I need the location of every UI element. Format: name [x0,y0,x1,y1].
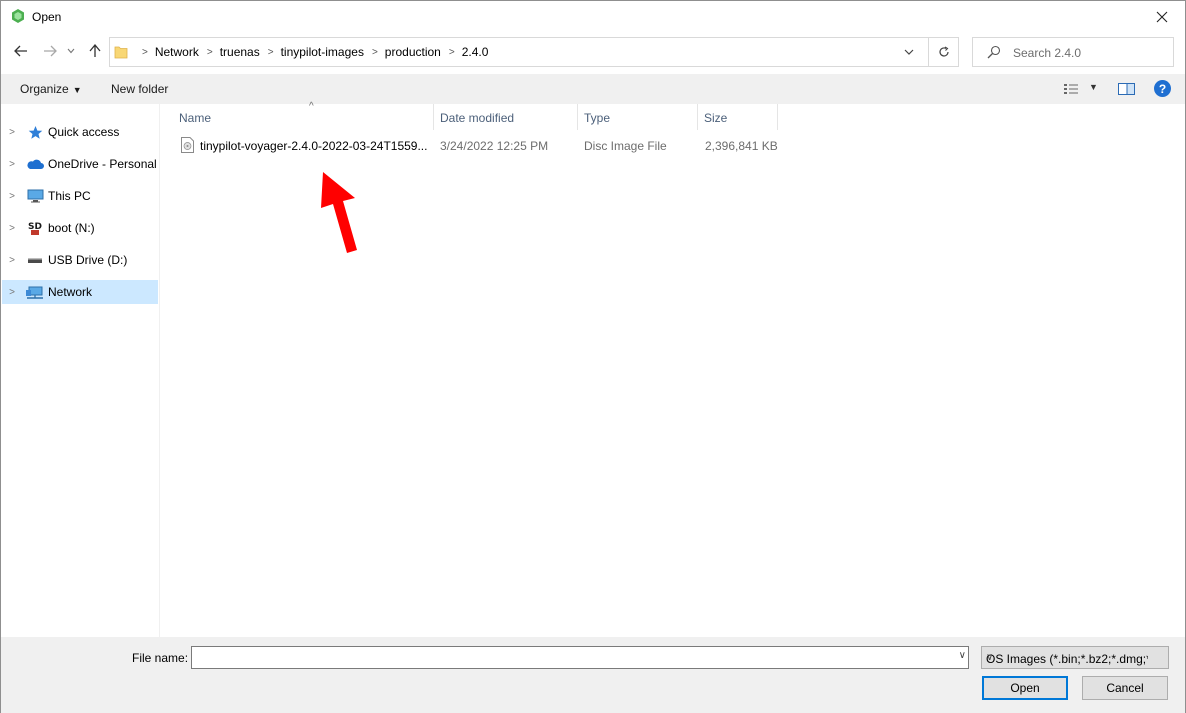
help-icon[interactable]: ? [1154,80,1171,97]
sidebar-item-label: boot (N:) [48,221,95,235]
column-header-label: Size [704,111,728,125]
chevron-down-icon [904,49,914,55]
window-title: Open [32,10,62,24]
organize-button[interactable]: Organize ▼ [20,82,82,96]
chevron-right-icon[interactable]: > [2,127,22,138]
breadcrumb-separator: > [142,46,148,58]
breadcrumb-separator[interactable]: > [268,47,274,58]
chevron-right-icon[interactable]: > [2,191,22,202]
cloud-icon [26,156,44,172]
file-name-input[interactable]: ∨ [191,646,969,669]
star-icon [26,124,44,140]
chevron-down-icon [67,48,75,54]
breadcrumb-separator[interactable]: > [372,47,378,58]
sidebar-item-label: Quick access [48,125,120,139]
chevron-right-icon[interactable]: > [2,287,22,298]
breadcrumb-item-version[interactable]: 2.4.0 [462,45,489,59]
recent-locations-button[interactable] [63,40,79,62]
chevron-right-icon[interactable]: > [2,255,22,266]
sidebar-item-label: Network [48,285,93,299]
column-header-date-modified[interactable]: Date modified [434,104,578,130]
view-options-icon[interactable] [1063,82,1079,96]
breadcrumb-item-truenas[interactable]: truenas [220,45,260,59]
breadcrumb: > Network > truenas > tinypilot-images >… [134,38,488,66]
sort-ascending-icon: ^ [309,101,314,112]
breadcrumb-item-tinypilot-images[interactable]: tinypilot-images [281,45,364,59]
sidebar-item-this-pc[interactable]: > This PC [2,184,158,208]
arrow-left-icon [14,45,27,57]
forward-button[interactable] [39,40,61,62]
arrow-up-icon [89,44,101,57]
chevron-right-icon[interactable]: > [2,223,22,234]
arrow-right-icon [44,45,57,57]
sidebar-item-usb-drive[interactable]: > USB Drive (D:) [2,248,158,272]
file-type: Disc Image File [584,139,667,153]
sidebar-item-label: USB Drive (D:) [48,253,128,267]
disc-image-file-icon [181,137,194,153]
refresh-icon [938,46,949,57]
sidebar-item-label: This PC [48,189,91,203]
file-type-filter-select[interactable]: OS Images (*.bin;*.bz2;*.dmg;*. ∨ [981,646,1169,669]
file-date-modified: 3/24/2022 12:25 PM [440,139,549,153]
column-header-type[interactable]: Type [578,104,698,130]
chevron-down-icon: ∨ [986,652,994,663]
open-file-dialog: Open > Network > truenas > tinypilot-ima… [0,0,1186,713]
chevron-down-icon[interactable]: ∨ [959,650,966,661]
search-input[interactable]: Search 2.4.0 [1013,46,1081,60]
file-size: 2,396,841 KB [705,139,778,153]
file-list: Name ^ Date modified Type Size tinypilot… [161,101,1185,637]
sidebar-item-quick-access[interactable]: > Quick access [2,120,158,144]
sidebar-item-network[interactable]: > Network [2,280,158,304]
file-row[interactable]: tinypilot-voyager-2.4.0-2022-03-24T1559.… [161,135,781,157]
caret-down-icon: ▼ [72,85,82,95]
open-button[interactable]: Open [982,676,1068,700]
sidebar-item-label: OneDrive - Personal [48,157,157,171]
column-header-name[interactable]: Name ^ [173,101,434,130]
column-header-size[interactable]: Size [698,104,778,130]
red-arrow-annotation-icon [321,172,357,253]
close-button[interactable] [1139,1,1185,32]
sidebar-item-boot-drive[interactable]: > SD boot (N:) [2,216,158,240]
breadcrumb-item-network[interactable]: Network [155,45,199,59]
file-name[interactable]: tinypilot-voyager-2.4.0-2022-03-24T1559.… [200,139,427,153]
up-button[interactable] [84,40,106,62]
file-name-panel: File name: ∨ OS Images (*.bin;*.bz2;*.dm… [1,637,1185,713]
column-header-label: Date modified [440,111,515,125]
cancel-button[interactable]: Cancel [1082,676,1168,700]
sidebar-item-onedrive[interactable]: > OneDrive - Personal [2,152,158,176]
file-name-label: File name: [132,651,189,665]
command-toolbar: Organize ▼ New folder ▼ ? [1,74,1185,104]
chevron-right-icon[interactable]: > [2,159,22,170]
app-icon [12,9,24,23]
preview-pane-icon[interactable] [1118,82,1135,96]
refresh-button[interactable] [928,38,958,66]
folder-icon [114,46,128,59]
computer-icon [26,188,44,204]
breadcrumb-separator[interactable]: > [449,47,455,58]
breadcrumb-item-production[interactable]: production [385,45,441,59]
column-header-label: Type [584,111,611,125]
organize-label: Organize [20,82,69,96]
search-box[interactable]: Search 2.4.0 [972,37,1174,67]
breadcrumb-separator[interactable]: > [207,47,213,58]
navigation-bar: > Network > truenas > tinypilot-images >… [1,32,1185,72]
back-button[interactable] [10,40,32,62]
address-history-dropdown[interactable] [898,38,920,66]
usb-drive-icon [26,252,44,268]
view-dropdown-caret-icon[interactable]: ▼ [1089,82,1098,92]
address-bar[interactable]: > Network > truenas > tinypilot-images >… [109,37,959,67]
column-header-label: Name [179,111,212,125]
close-icon [1156,11,1168,22]
new-folder-button[interactable]: New folder [111,82,168,96]
network-icon [26,284,44,300]
search-icon [987,45,1001,59]
navigation-pane: > Quick access > OneDrive - Personal > T… [1,104,160,637]
sd-card-icon: SD [26,220,44,236]
title-bar: Open [1,1,1185,32]
